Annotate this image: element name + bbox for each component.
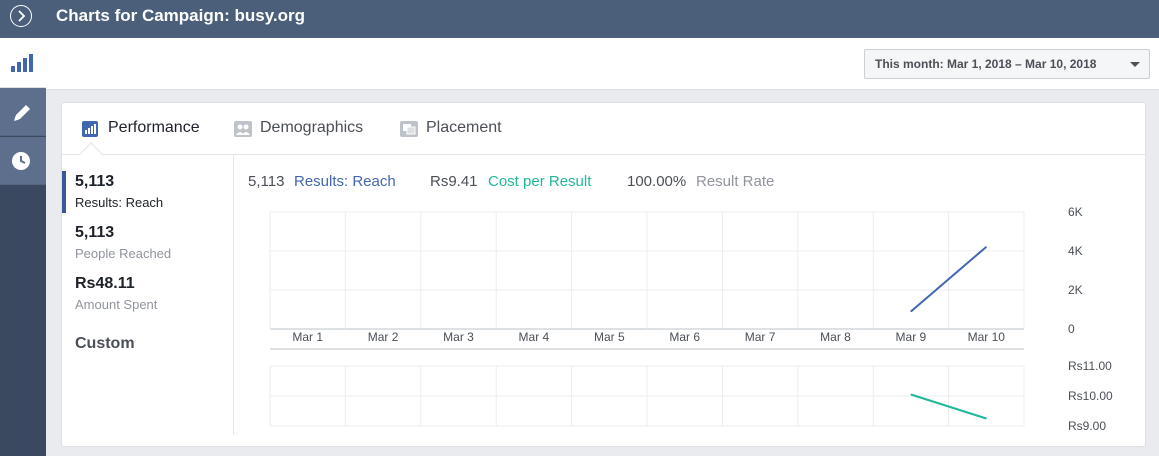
page-title: Charts for Campaign: busy.org — [56, 6, 306, 25]
summary-rate-value: 100.00% — [627, 173, 687, 190]
summary-cost-label[interactable]: Cost per Result — [488, 173, 591, 190]
bar-chart-icon — [11, 54, 33, 72]
metric-value: 5,113 — [75, 173, 115, 190]
tab-performance-label: Performance — [108, 119, 200, 136]
x-tick-label: Mar 3 — [443, 330, 474, 344]
x-tick-label: Mar 7 — [745, 330, 776, 344]
summary-rate-label[interactable]: Result Rate — [696, 173, 774, 190]
y-tick-label: Rs9.00 — [1068, 419, 1106, 433]
tab-bar: Performance Demographics Placement — [62, 103, 1145, 168]
data-point — [985, 246, 987, 248]
data-point — [910, 394, 912, 395]
nav-edit-button[interactable] — [0, 88, 46, 136]
metric-value: 5,113 — [75, 224, 115, 241]
metric-results-reach[interactable]: 5,113 Results: Reach — [62, 171, 232, 217]
tab-demographics-label: Demographics — [260, 119, 364, 136]
x-tick-label: Mar 10 — [968, 330, 1006, 344]
x-tick-label: Mar 4 — [519, 330, 550, 344]
x-tick-label: Mar 5 — [594, 330, 625, 344]
summary-reach-value: 5,113 — [248, 173, 285, 190]
metric-label: Amount Spent — [75, 297, 158, 312]
metrics-list: 5,113 Results: Reach 5,113 People Reache… — [62, 155, 234, 435]
summary-reach-label[interactable]: Results: Reach — [294, 173, 396, 190]
clock-icon — [12, 152, 30, 170]
x-tick-label: Mar 1 — [292, 330, 323, 344]
date-range-label: This month: Mar 1, 2018 – Mar 10, 2018 — [875, 57, 1097, 71]
metric-label: People Reached — [75, 246, 172, 261]
nav-history-button[interactable] — [0, 137, 46, 185]
bar-chart-icon — [82, 121, 98, 137]
pencil-icon — [14, 105, 30, 121]
custom-metrics-link[interactable]: Custom — [75, 335, 135, 353]
left-nav — [0, 38, 46, 456]
top-bar: Charts for Campaign: busy.org — [0, 0, 1159, 38]
metric-label: Results: Reach — [75, 195, 164, 210]
data-point — [910, 310, 912, 312]
y-tick-label: 0 — [1068, 322, 1075, 336]
y-tick-label: 2K — [1068, 283, 1083, 297]
metric-amount-spent[interactable]: Rs48.11 Amount Spent — [62, 273, 232, 319]
charts-card: Performance Demographics Placement 5,113 — [61, 102, 1146, 447]
metric-value: Rs48.11 — [75, 275, 135, 292]
charts-svg: 6K 4K 2K 0 Rs11.00 Rs10.00 Rs9.00 Mar 1 Mar 2 Mar… — [269, 205, 1113, 433]
y-tick-label: Rs11.00 — [1068, 359, 1112, 373]
sidebar-toggle-button[interactable] — [10, 5, 32, 27]
sub-header: This month: Mar 1, 2018 – Mar 10, 2018 — [46, 38, 1159, 90]
nav-charts-button[interactable] — [0, 38, 46, 88]
x-tick-label: Mar 8 — [820, 330, 851, 344]
y-tick-label: 4K — [1068, 244, 1083, 258]
metric-people-reached[interactable]: 5,113 People Reached — [62, 222, 232, 268]
placement-icon — [400, 121, 418, 137]
y-tick-label: 6K — [1068, 205, 1083, 219]
summary-cost-value: Rs9.41 — [430, 173, 478, 190]
x-tick-label: Mar 9 — [896, 330, 927, 344]
data-point — [985, 418, 987, 419]
x-tick-label: Mar 2 — [368, 330, 399, 344]
x-tick-label: Mar 6 — [669, 330, 700, 344]
chevron-right-icon — [18, 10, 26, 22]
people-icon — [234, 121, 252, 137]
date-range-dropdown[interactable]: This month: Mar 1, 2018 – Mar 10, 2018 — [864, 49, 1150, 79]
tab-placement-label: Placement — [426, 119, 502, 136]
y-tick-label: Rs10.00 — [1068, 389, 1113, 403]
caret-down-icon — [1130, 62, 1140, 67]
